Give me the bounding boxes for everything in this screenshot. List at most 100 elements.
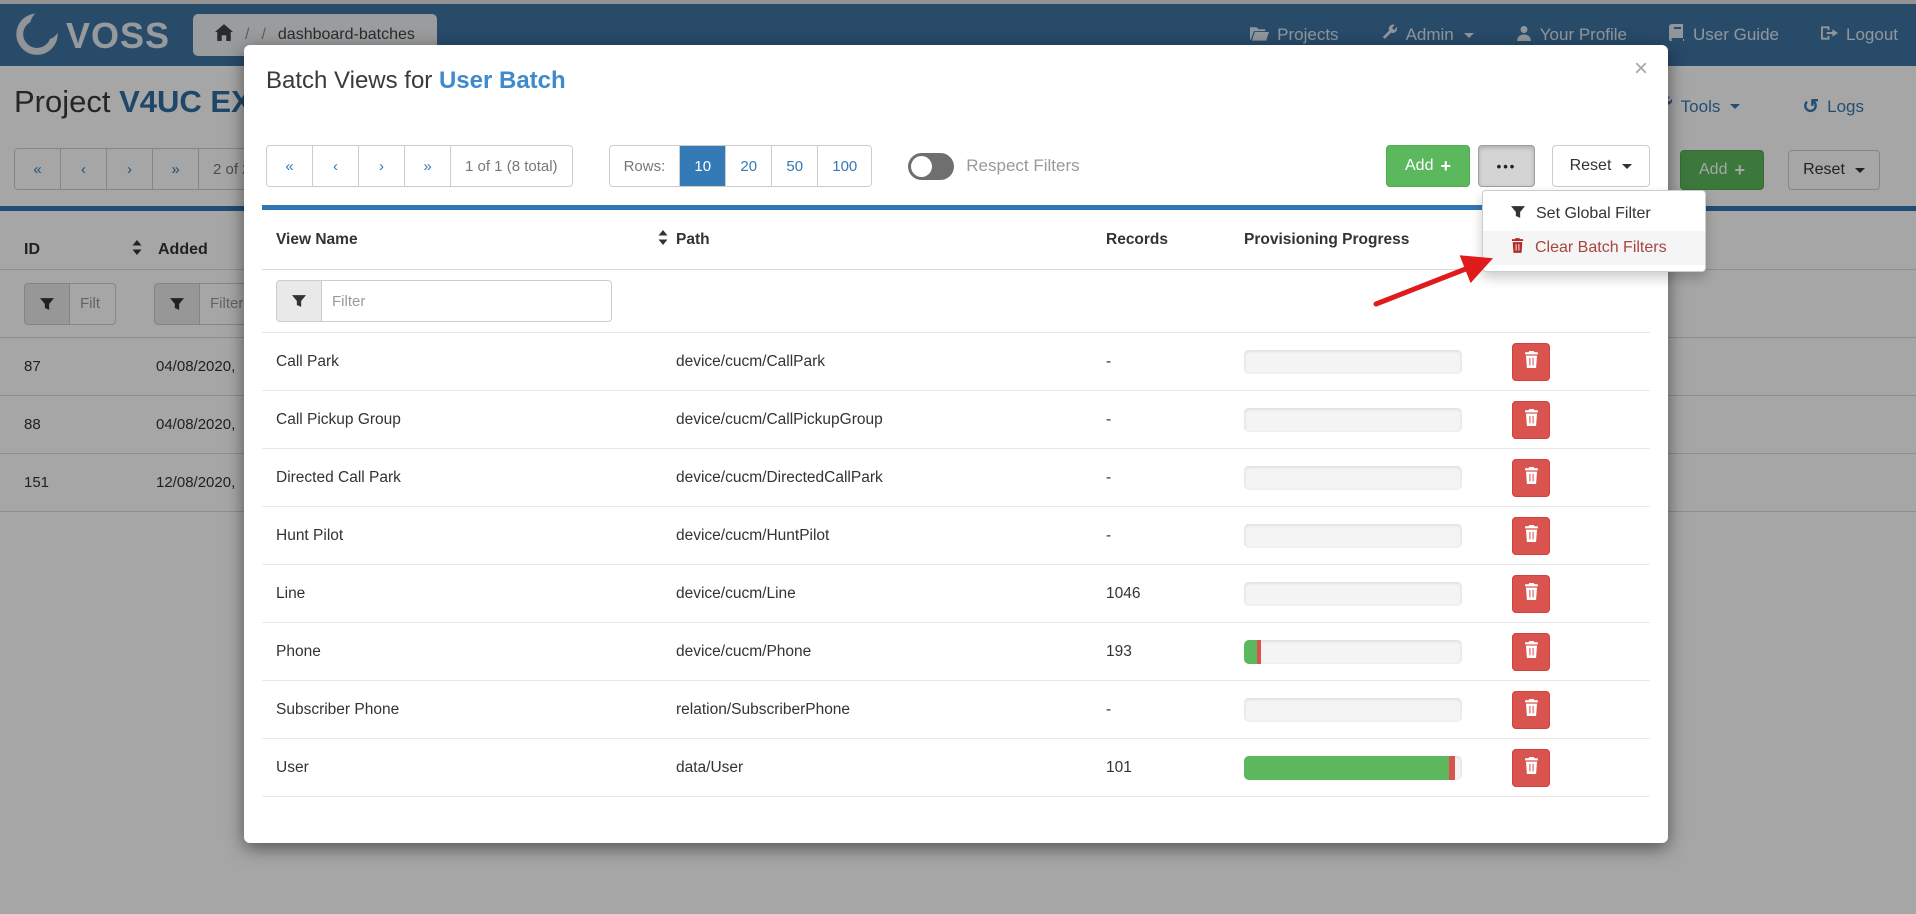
rows-option[interactable]: 50 (772, 146, 818, 186)
modal-prev-button[interactable]: ‹ (313, 146, 359, 186)
more-actions-menu: Set Global Filter Clear Batch Filters (1482, 190, 1706, 272)
cell-records: 101 (1106, 759, 1244, 777)
cell-view-name: Call Pickup Group (276, 411, 676, 429)
chevron-down-icon (1622, 164, 1632, 169)
delete-button[interactable] (1512, 749, 1550, 787)
provisioning-progress-bar (1244, 698, 1462, 722)
cell-path: relation/SubscriberPhone (676, 701, 1106, 719)
rows-option[interactable]: 10 (680, 146, 726, 186)
delete-button[interactable] (1512, 459, 1550, 497)
provisioning-progress-bar (1244, 756, 1462, 780)
rows-label: Rows: (610, 146, 681, 186)
modal-pagination: « ‹ › » 1 of 1 (8 total) (266, 145, 573, 187)
filter-icon (1511, 205, 1525, 223)
cell-view-name: Hunt Pilot (276, 527, 676, 545)
menu-item-set-global-filter[interactable]: Set Global Filter (1483, 197, 1705, 231)
batch-views-table: View Name Path Records Provisioning Prog… (262, 210, 1650, 797)
progress-error-segment (1449, 756, 1456, 780)
table-row: Call Park device/cucm/CallPark - (262, 333, 1650, 391)
cell-path: device/cucm/Phone (676, 643, 1106, 661)
progress-success-segment (1244, 640, 1257, 664)
column-provisioning-progress: Provisioning Progress (1244, 231, 1494, 249)
trash-icon (1524, 525, 1539, 547)
view-name-filter-group (276, 280, 676, 322)
modal-filter-row (262, 270, 1650, 333)
toggle-switch[interactable] (908, 153, 954, 180)
batch-views-modal: Batch Views for User Batch × « ‹ › » 1 o… (244, 45, 1668, 843)
more-actions-button[interactable]: ••• (1478, 145, 1535, 187)
reset-button[interactable]: Reset (1552, 145, 1650, 187)
cell-path: device/cucm/CallPickupGroup (676, 411, 1106, 429)
provisioning-progress-bar (1244, 524, 1462, 548)
batch-name: User Batch (439, 67, 566, 94)
provisioning-progress-bar (1244, 466, 1462, 490)
provisioning-progress-bar (1244, 640, 1462, 664)
toggle-knob (911, 156, 932, 177)
trash-icon (1524, 757, 1539, 779)
provisioning-progress-bar (1244, 408, 1462, 432)
modal-last-button[interactable]: » (405, 146, 451, 186)
cell-records: - (1106, 701, 1244, 719)
cell-view-name: Directed Call Park (276, 469, 676, 487)
delete-button[interactable] (1512, 517, 1550, 555)
cell-path: device/cucm/DirectedCallPark (676, 469, 1106, 487)
plus-icon: + (1440, 156, 1451, 177)
cell-records: - (1106, 469, 1244, 487)
trash-icon (1524, 351, 1539, 373)
cell-path: device/cucm/Line (676, 585, 1106, 603)
delete-button[interactable] (1512, 343, 1550, 381)
cell-records: - (1106, 411, 1244, 429)
modal-title: Batch Views for User Batch (266, 67, 566, 95)
close-icon[interactable]: × (1634, 57, 1648, 81)
column-records: Records (1106, 231, 1244, 249)
delete-button[interactable] (1512, 401, 1550, 439)
table-row: Line device/cucm/Line 1046 (262, 565, 1650, 623)
column-path[interactable]: Path (676, 231, 1106, 249)
trash-icon (1524, 467, 1539, 489)
view-name-filter-input[interactable] (322, 280, 612, 322)
add-button[interactable]: Add+ (1386, 145, 1470, 187)
menu-item-clear-batch-filters[interactable]: Clear Batch Filters (1483, 231, 1705, 265)
cell-records: - (1106, 353, 1244, 371)
menu-item-label: Clear Batch Filters (1535, 239, 1667, 257)
modal-toolbar-right: Add+ ••• Reset (1386, 145, 1650, 187)
provisioning-progress-bar (1244, 350, 1462, 374)
cell-view-name: Line (276, 585, 676, 603)
rows-option[interactable]: 100 (818, 146, 871, 186)
delete-button[interactable] (1512, 633, 1550, 671)
rows-per-page-group: Rows: 10 20 50 100 (609, 145, 873, 187)
cell-view-name: Subscriber Phone (276, 701, 676, 719)
respect-filters-label: Respect Filters (966, 156, 1079, 176)
table-header-row: View Name Path Records Provisioning Prog… (262, 210, 1650, 270)
modal-pagination-status: 1 of 1 (8 total) (451, 146, 572, 186)
delete-button[interactable] (1512, 575, 1550, 613)
progress-success-segment (1244, 756, 1449, 780)
trash-icon (1524, 583, 1539, 605)
modal-toolbar: « ‹ › » 1 of 1 (8 total) Rows: 10 20 50 … (266, 145, 1650, 187)
rows-option[interactable]: 20 (726, 146, 772, 186)
respect-filters-toggle[interactable]: Respect Filters (908, 153, 1079, 180)
table-row: User data/User 101 (262, 739, 1650, 797)
menu-item-label: Set Global Filter (1536, 205, 1651, 223)
trash-icon (1524, 699, 1539, 721)
trash-icon (1524, 641, 1539, 663)
table-row: Hunt Pilot device/cucm/HuntPilot - (262, 507, 1650, 565)
delete-button[interactable] (1512, 691, 1550, 729)
trash-icon (1511, 238, 1524, 258)
cell-path: device/cucm/HuntPilot (676, 527, 1106, 545)
table-row: Phone device/cucm/Phone 193 (262, 623, 1650, 681)
cell-view-name: User (276, 759, 676, 777)
cell-view-name: Call Park (276, 353, 676, 371)
cell-records: 1046 (1106, 585, 1244, 603)
cell-view-name: Phone (276, 643, 676, 661)
cell-path: device/cucm/CallPark (676, 353, 1106, 371)
modal-next-button[interactable]: › (359, 146, 405, 186)
column-view-name[interactable]: View Name (276, 231, 358, 249)
sort-icon[interactable] (658, 230, 668, 250)
cell-records: 193 (1106, 643, 1244, 661)
cell-path: data/User (676, 759, 1106, 777)
progress-error-segment (1257, 640, 1261, 664)
provisioning-progress-bar (1244, 582, 1462, 606)
modal-first-button[interactable]: « (267, 146, 313, 186)
filter-icon-button[interactable] (276, 280, 322, 322)
